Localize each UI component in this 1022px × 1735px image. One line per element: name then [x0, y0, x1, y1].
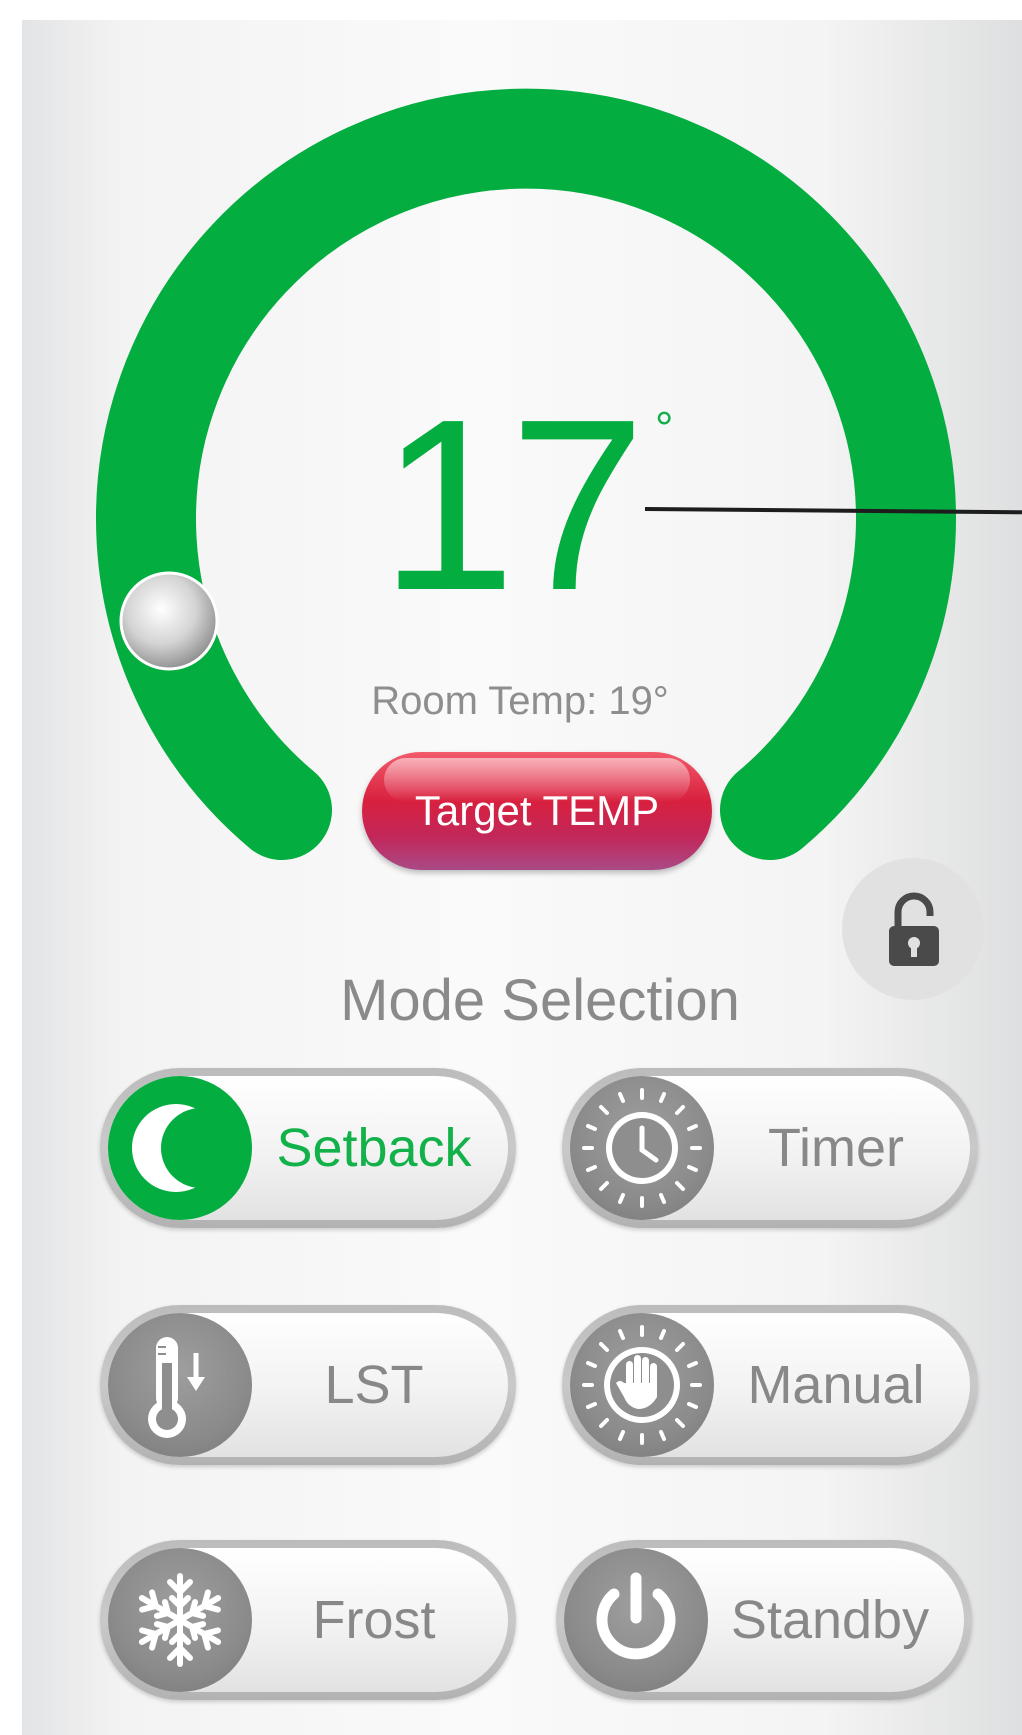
mode-manual-label: Manual: [747, 1355, 925, 1415]
mode-manual-button[interactable]: Manual: [562, 1305, 978, 1465]
mode-standby-label: Standby: [730, 1590, 930, 1650]
thermometer-down-icon: [148, 1337, 205, 1438]
setpoint-value: 17: [380, 368, 645, 641]
target-temp-label: Target TEMP: [414, 787, 660, 834]
mode-timer-button[interactable]: Timer: [562, 1068, 978, 1228]
room-temp-label: Room Temp: 19°: [371, 679, 669, 723]
mode-selection-title: Mode Selection: [340, 968, 740, 1033]
mode-lst-label: LST: [324, 1355, 424, 1415]
setpoint-degree-symbol: °: [655, 402, 674, 454]
mode-timer-label: Timer: [768, 1118, 904, 1178]
power-icon: [596, 1572, 676, 1660]
mode-frost-button[interactable]: Frost: [100, 1540, 516, 1700]
mode-setback-button[interactable]: Setback: [100, 1068, 516, 1228]
moon-icon: [132, 1104, 241, 1192]
mode-setback-label: Setback: [276, 1118, 472, 1178]
mode-frost-label: Frost: [312, 1590, 436, 1650]
clock-icon: [582, 1088, 702, 1208]
lock-button[interactable]: [842, 858, 984, 1000]
mode-lst-button[interactable]: LST: [100, 1305, 516, 1465]
snowflake-icon: [138, 1573, 222, 1667]
target-temp-button[interactable]: Target TEMP: [362, 752, 712, 870]
mode-standby-button[interactable]: Standby: [556, 1540, 972, 1700]
dial-knob[interactable]: [119, 571, 219, 671]
hand-icon: [582, 1325, 702, 1445]
unlock-icon: [889, 892, 939, 966]
